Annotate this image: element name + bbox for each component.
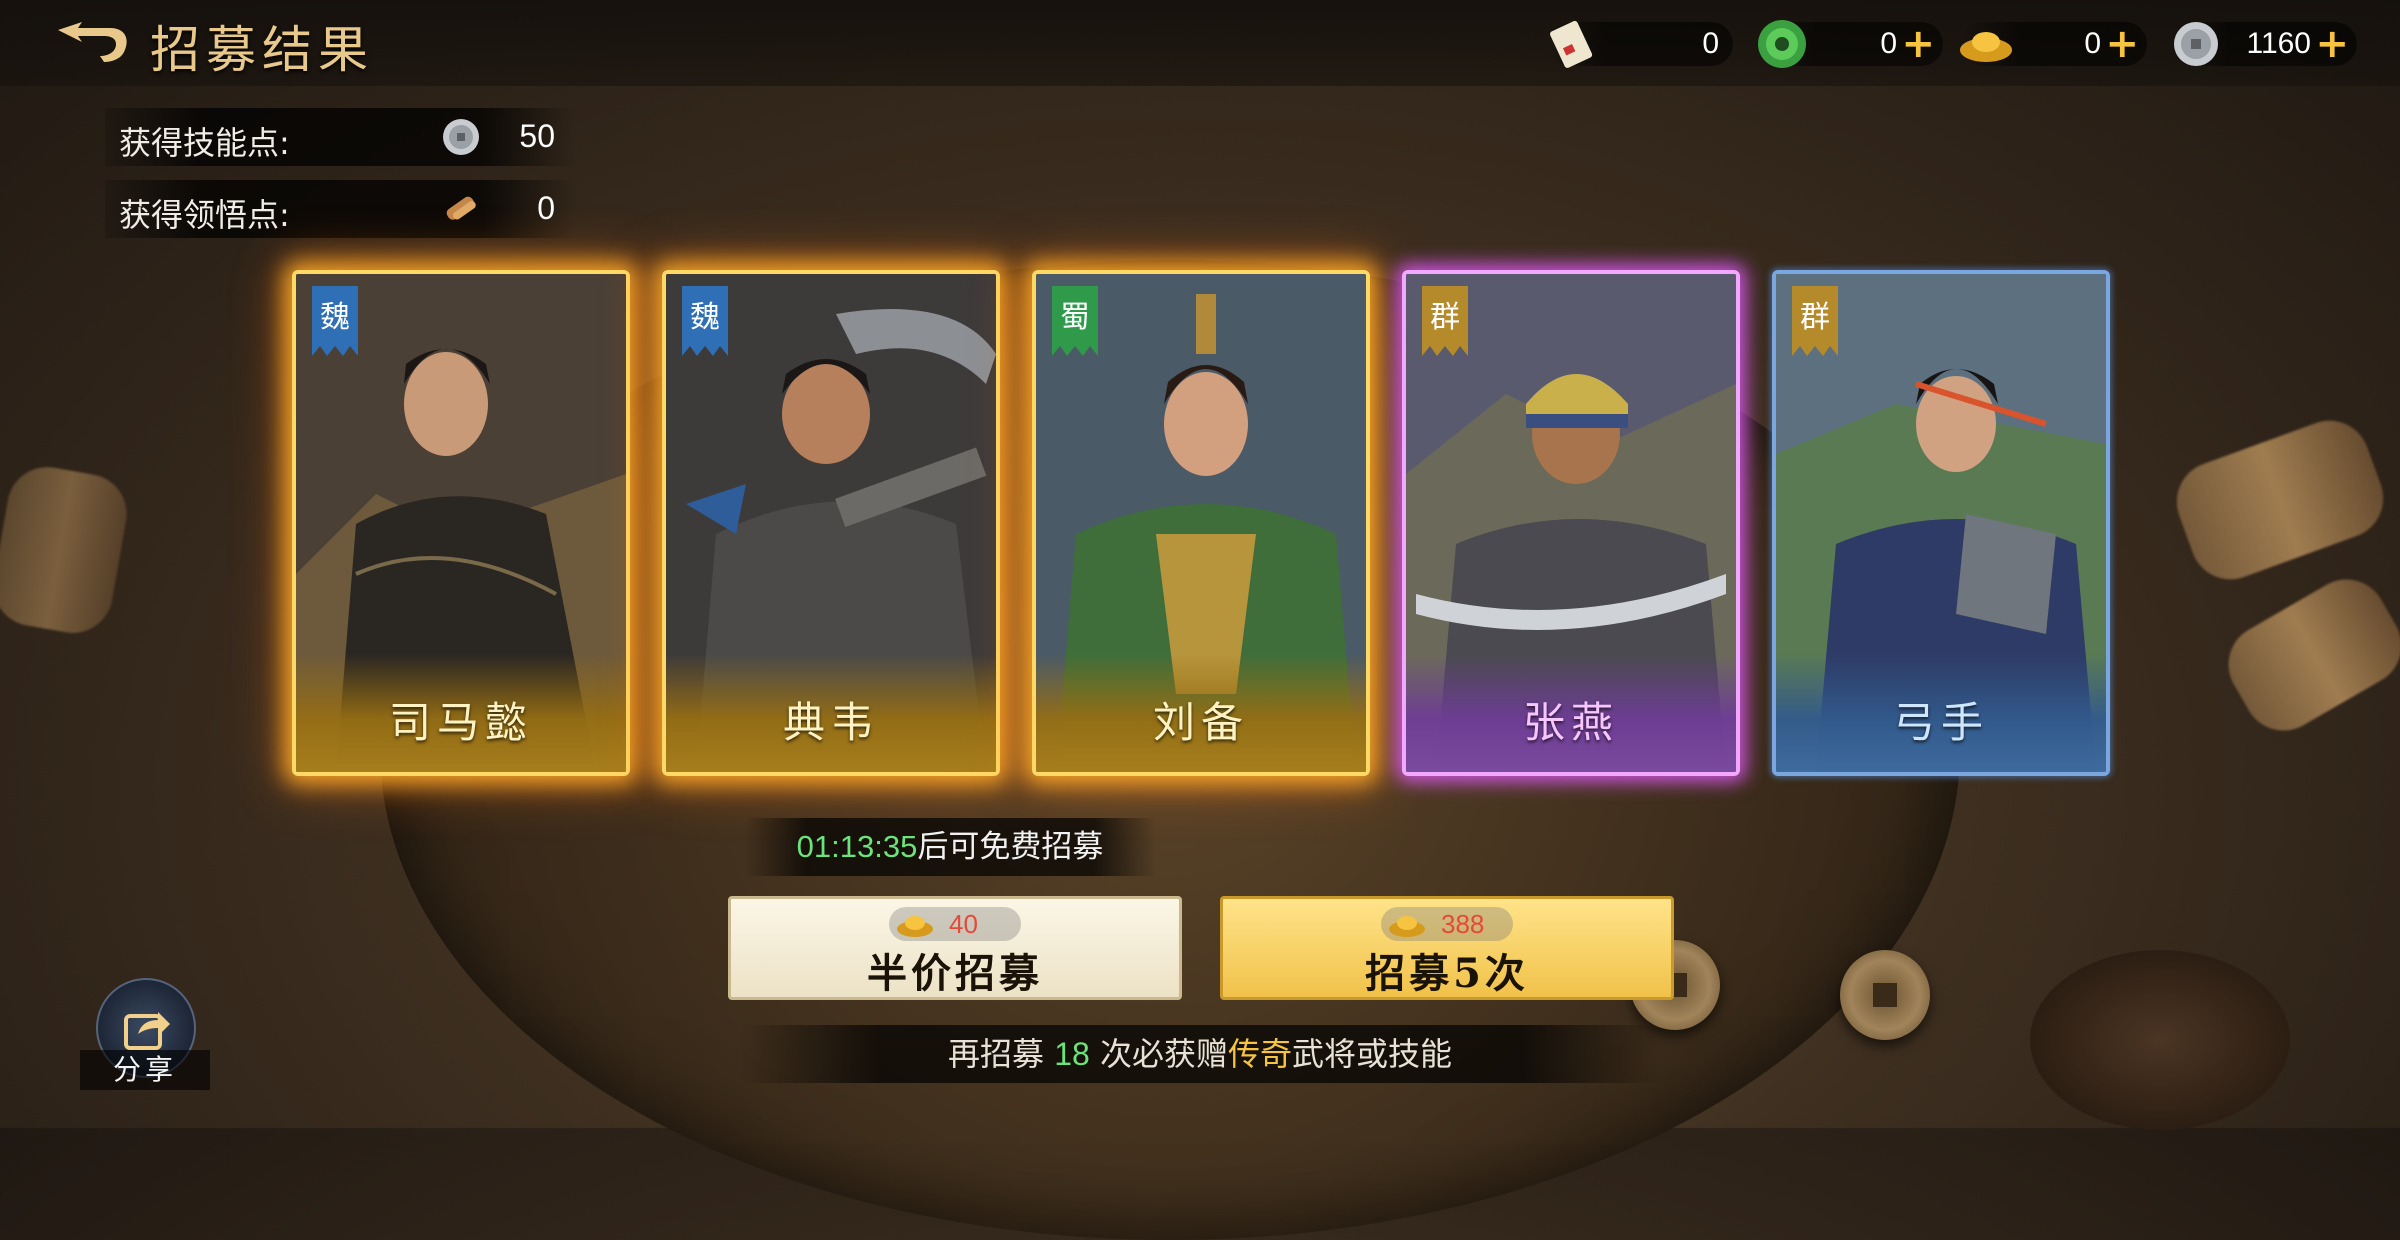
gold-ingot-icon — [1389, 916, 1425, 937]
hero-card[interactable]: 群 张燕 — [1402, 270, 1740, 776]
hero-card[interactable]: 魏 典韦 — [662, 270, 1000, 776]
cost-badge: 388 — [1381, 907, 1513, 941]
faction-banner: 魏 — [682, 286, 728, 356]
cost-value: 388 — [1441, 909, 1485, 939]
hero-card[interactable]: 群 弓手 — [1772, 270, 2110, 776]
timer-value: 01:13:35 — [796, 829, 918, 864]
add-silver-button[interactable]: + — [2315, 24, 2349, 64]
background-scroll — [0, 460, 133, 640]
background-coin — [1840, 950, 1930, 1040]
page-title: 招募结果 — [150, 21, 374, 79]
resource-silver-value: 1160 — [2246, 27, 2311, 60]
skill-points-label: 获得技能点: — [119, 124, 290, 162]
jade-coin-icon — [1758, 20, 1806, 68]
skill-points-row: 获得技能点: 50 — [105, 108, 575, 166]
add-jade-button[interactable]: + — [1901, 24, 1935, 64]
resource-jade-value: 0 — [1880, 27, 1897, 60]
hero-name: 典韦 — [782, 698, 879, 747]
silver-coin-icon — [2174, 22, 2218, 66]
share-icon — [124, 1012, 170, 1050]
cost-badge: 40 — [889, 907, 1021, 941]
faction-label: 魏 — [320, 300, 350, 335]
button-label: 招募5次 — [1365, 950, 1529, 997]
faction-label: 蜀 — [1060, 300, 1090, 335]
hero-card[interactable]: 魏 司马懿 — [292, 270, 630, 776]
faction-label: 魏 — [690, 300, 720, 335]
share-label: 分享 — [80, 1050, 210, 1090]
faction-banner: 群 — [1422, 286, 1468, 356]
gold-ingot-icon — [1960, 32, 2012, 62]
half-price-recruit-button[interactable]: 40 半价招募 — [728, 896, 1182, 1000]
scroll-icon — [1550, 20, 1593, 68]
pity-count: 18 — [1054, 1036, 1090, 1072]
back-arrow-icon — [58, 22, 127, 62]
button-label: 半价招募 — [867, 950, 1043, 997]
background-scroll — [2213, 564, 2400, 746]
hero-card[interactable]: 蜀 刘备 — [1032, 270, 1370, 776]
faction-banner: 群 — [1792, 286, 1838, 356]
resource-silver: 1160 + — [2172, 22, 2357, 66]
insight-points-row: 获得领悟点: 0 — [105, 180, 575, 238]
pity-middle: 次必获赠 — [1089, 1035, 1228, 1073]
hero-name: 刘备 — [1152, 698, 1249, 747]
background-bowl — [2030, 950, 2290, 1130]
resource-gold-value: 0 — [2084, 27, 2101, 60]
hero-name: 司马懿 — [388, 698, 533, 747]
gold-ingot-icon — [897, 916, 933, 937]
back-button[interactable] — [52, 18, 134, 68]
resource-scroll-value: 0 — [1702, 27, 1719, 60]
hero-name: 弓手 — [1892, 698, 1989, 747]
resource-gold: 0 + — [1960, 22, 2147, 66]
pity-prefix: 再招募 — [948, 1035, 1055, 1073]
timer-suffix: 后可免费招募 — [917, 829, 1104, 865]
silver-coin-icon — [443, 119, 479, 155]
hero-name: 张燕 — [1522, 698, 1619, 747]
faction-label: 群 — [1430, 300, 1460, 335]
insight-points-label: 获得领悟点: — [119, 196, 290, 234]
scroll-bundle-icon — [446, 196, 476, 220]
resource-scroll: 0 — [1548, 20, 1733, 68]
recruit-five-times-button[interactable]: 388 招募5次 — [1220, 896, 1674, 1000]
resource-jade: 0 + — [1758, 20, 1943, 68]
skill-points-value: 50 — [519, 118, 555, 154]
add-gold-button[interactable]: + — [2105, 24, 2139, 64]
insight-points-value: 0 — [537, 190, 555, 226]
faction-label: 群 — [1800, 300, 1830, 335]
pity-suffix: 武将或技能 — [1291, 1035, 1452, 1073]
top-bar: 招募结果 0 0 + 0 + 1160 + — [0, 0, 2400, 86]
pity-highlight: 传奇 — [1227, 1035, 1292, 1073]
faction-banner: 蜀 — [1052, 286, 1098, 356]
pity-info: 再招募 18 次必获赠传奇武将或技能 — [740, 1025, 1660, 1083]
free-recruit-timer: 01:13:35后可免费招募 — [745, 818, 1155, 876]
cost-value: 40 — [949, 909, 978, 939]
background-scroll — [2165, 409, 2395, 591]
faction-banner: 魏 — [312, 286, 358, 356]
